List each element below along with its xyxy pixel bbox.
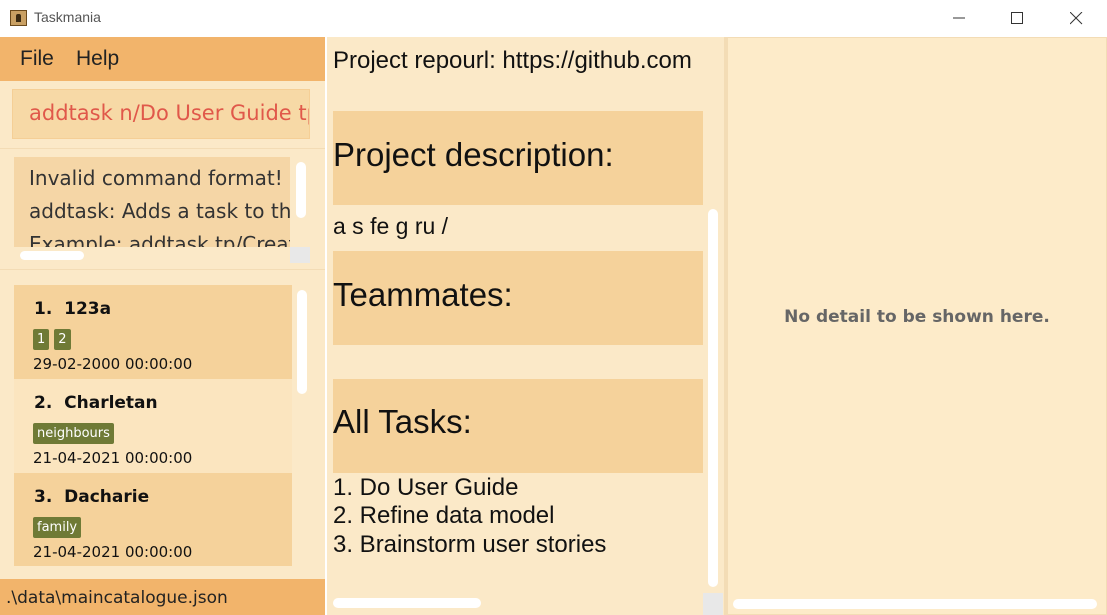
- result-horizontal-scrollbar[interactable]: [14, 247, 290, 263]
- description-heading: Project description:: [333, 136, 614, 173]
- tag-list: neighbours: [33, 423, 119, 445]
- task-item: 1. Do User Guide: [333, 474, 519, 501]
- scrollbar-thumb[interactable]: [333, 598, 481, 608]
- task-item: 3. Brainstorm user stories: [333, 531, 607, 558]
- teammates-heading: Teammates:: [333, 276, 513, 313]
- detail-horizontal-scrollbar[interactable]: [728, 594, 1106, 614]
- detail-panel: No detail to be shown here.: [727, 37, 1107, 615]
- result-line: addtask: Adds a task to the project: [29, 199, 310, 223]
- project-content[interactable]: Project repourl: https://github.com Proj…: [333, 37, 703, 593]
- window-title: Taskmania: [34, 9, 101, 25]
- minimize-icon: [953, 17, 965, 19]
- maximize-icon: [1011, 12, 1023, 24]
- list-item[interactable]: 3. Dacharie family 21-04-2021 00:00:00: [14, 473, 292, 566]
- result-display[interactable]: Invalid command format! addtask: Adds a …: [14, 157, 310, 263]
- person-list-container: 1. 123a 12 29-02-2000 00:00:00 2. Charle…: [0, 269, 325, 577]
- card-date: 21-04-2021 00:00:00: [33, 449, 193, 467]
- tag: 1: [33, 329, 50, 350]
- minimize-button[interactable]: [931, 0, 989, 37]
- result-display-container: Invalid command format! addtask: Adds a …: [0, 148, 325, 268]
- app-icon: [10, 10, 27, 26]
- command-input-text: addtask n/Do User Guide tp/3: [29, 101, 310, 125]
- scrollbar-corner: [290, 247, 310, 263]
- card-name: 1. 123a: [34, 299, 112, 319]
- command-box-container: addtask n/Do User Guide tp/3: [0, 81, 325, 145]
- list-item[interactable]: 1. 123a 12 29-02-2000 00:00:00: [14, 285, 292, 379]
- scrollbar-thumb[interactable]: [297, 290, 307, 394]
- card-date: 21-04-2021 00:00:00: [33, 543, 193, 561]
- scrollbar-thumb[interactable]: [733, 599, 1097, 609]
- result-line: Invalid command format!: [29, 166, 283, 190]
- person-list[interactable]: 1. 123a 12 29-02-2000 00:00:00 2. Charle…: [14, 285, 311, 566]
- empty-detail-message: No detail to be shown here.: [784, 307, 1050, 327]
- list-item[interactable]: 2. Charletan neighbours 21-04-2021 00:00…: [14, 379, 292, 473]
- result-vertical-scrollbar[interactable]: [290, 157, 310, 247]
- project-repo-url: Project repourl: https://github.com: [333, 47, 692, 74]
- status-bar: .\data\maincatalogue.json: [0, 579, 325, 615]
- tag-list: family: [33, 517, 86, 539]
- tag-list: 12: [33, 329, 76, 351]
- card-name: 3. Dacharie: [34, 487, 150, 507]
- left-panel: File Help addtask n/Do User Guide tp/3 I…: [0, 37, 325, 615]
- menu-help[interactable]: Help: [76, 47, 119, 71]
- scrollbar-thumb[interactable]: [20, 251, 84, 260]
- maximize-button[interactable]: [989, 0, 1047, 37]
- description-value: a s fe g ru /: [333, 213, 449, 239]
- save-location: .\data\maincatalogue.json: [6, 588, 228, 608]
- scrollbar-thumb[interactable]: [708, 209, 718, 587]
- tag: neighbours: [33, 423, 114, 444]
- project-panel: Project repourl: https://github.com Proj…: [327, 37, 724, 615]
- scrollbar-thumb[interactable]: [296, 162, 306, 218]
- title-bar: Taskmania: [0, 0, 1107, 37]
- project-vertical-scrollbar[interactable]: [703, 37, 723, 593]
- project-horizontal-scrollbar[interactable]: [327, 593, 703, 615]
- scrollbar-corner: [703, 593, 723, 615]
- card-name: 2. Charletan: [34, 393, 158, 413]
- command-input[interactable]: addtask n/Do User Guide tp/3: [12, 89, 310, 139]
- task-item: 2. Refine data model: [333, 502, 555, 529]
- tag: 2: [54, 329, 71, 350]
- close-button[interactable]: [1048, 0, 1106, 37]
- card-date: 29-02-2000 00:00:00: [33, 355, 193, 373]
- tag: family: [33, 517, 82, 538]
- menu-bar: File Help: [0, 37, 325, 81]
- menu-file[interactable]: File: [20, 47, 54, 71]
- tasks-heading: All Tasks:: [333, 403, 472, 440]
- list-vertical-scrollbar[interactable]: [292, 285, 311, 566]
- close-icon: [1070, 12, 1083, 25]
